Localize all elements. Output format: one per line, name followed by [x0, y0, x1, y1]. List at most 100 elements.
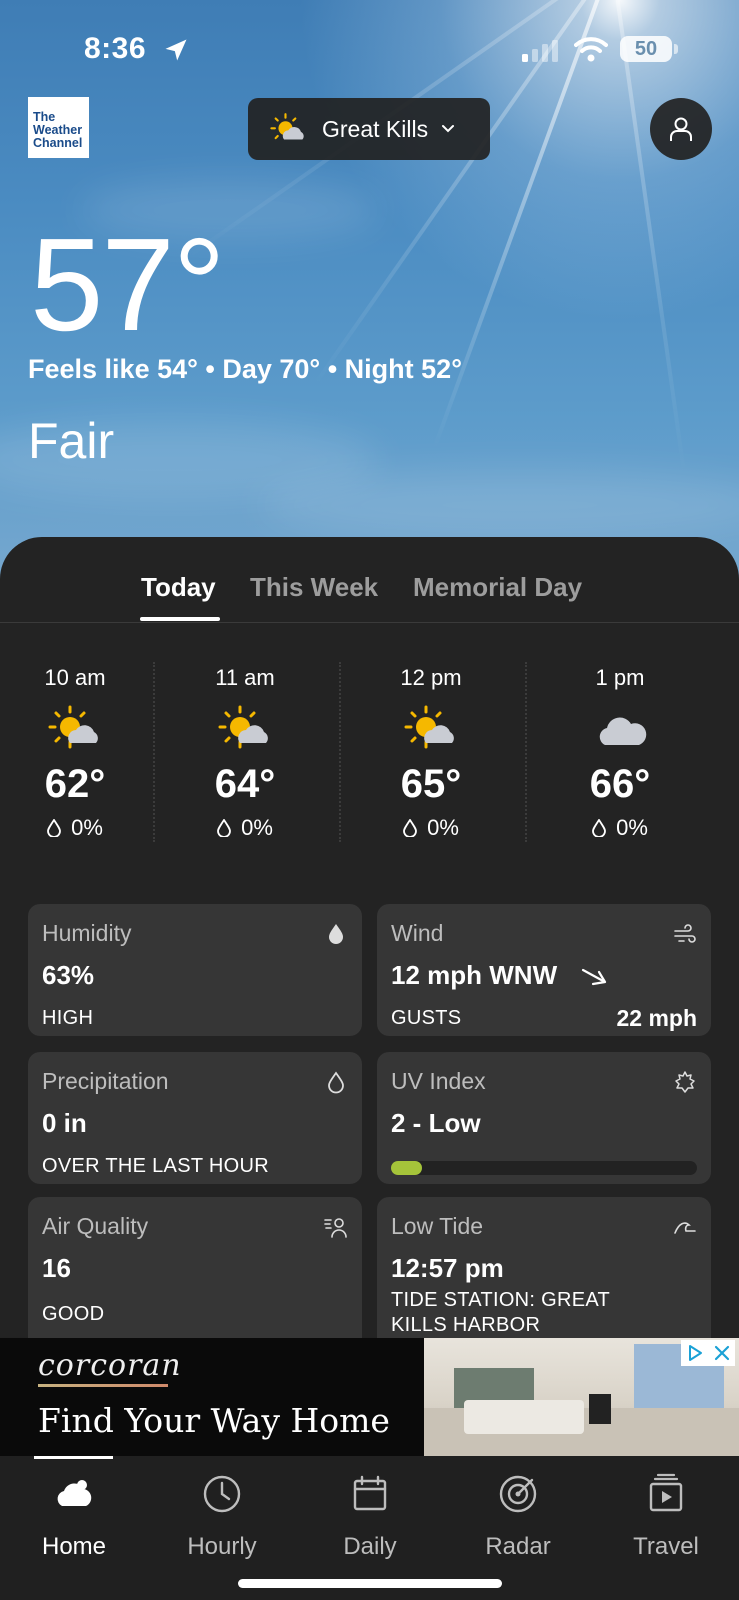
sun-outline-icon [675, 1071, 695, 1093]
hour-divider [339, 662, 341, 842]
current-condition: Fair [28, 413, 115, 469]
nav-home[interactable]: Home [0, 1472, 148, 1561]
adchoices-icon [689, 1345, 702, 1361]
nav-label: Home [41, 1533, 107, 1560]
current-temperature: 57° [30, 211, 226, 358]
card-value: 12 mph WNW [391, 960, 558, 990]
hour-divider [525, 662, 527, 842]
hour-precip: 0% [427, 815, 459, 840]
nav-label: Travel [633, 1533, 699, 1560]
card-title: Low Tide [391, 1213, 484, 1239]
hour-time: 11 am [215, 665, 275, 690]
hour-temp: 66° [589, 762, 651, 806]
hourly-item[interactable]: 12 pm 65° 0% [356, 665, 506, 841]
cloud-icon [599, 717, 647, 745]
close-icon[interactable] [714, 1345, 730, 1361]
location-selector-button[interactable]: Great Kills [248, 98, 490, 160]
partly-sunny-icon [48, 705, 98, 749]
uv-index-bar-fill [391, 1161, 422, 1175]
hour-precip: 0% [616, 815, 648, 840]
card-subtext: GUSTS [391, 1007, 462, 1029]
nav-label: Hourly [187, 1533, 257, 1560]
hour-temp: 64° [214, 762, 276, 806]
card-subtext: OVER THE LAST HOUR [42, 1155, 269, 1177]
card-value: 16 [42, 1253, 71, 1283]
ad-choices-badge[interactable] [681, 1340, 735, 1366]
precipitation-card[interactable]: Precipitation 0 in OVER THE LAST HOUR [28, 1052, 362, 1184]
card-title: Humidity [42, 920, 132, 946]
card-value: 2 - Low [391, 1108, 481, 1138]
battery-indicator: 50 [620, 36, 678, 62]
card-subtext: TIDE STATION: GREAT [391, 1289, 611, 1311]
humidity-card[interactable]: Humidity 63% HIGH [28, 904, 362, 1036]
cellular-signal-icon [522, 40, 558, 62]
radar-icon [499, 1475, 537, 1513]
nav-label: Daily [343, 1533, 397, 1560]
travel-icon [649, 1473, 683, 1512]
card-subtext: KILLS HARBOR [391, 1314, 541, 1336]
home-cloud-icon [57, 1480, 92, 1506]
nav-travel[interactable]: Travel [592, 1472, 739, 1561]
nav-radar[interactable]: Radar [444, 1472, 592, 1561]
card-value: 0 in [42, 1108, 87, 1138]
user-icon [670, 117, 692, 141]
home-indicator [238, 1579, 502, 1588]
card-title: Air Quality [42, 1213, 149, 1239]
nav-hourly[interactable]: Hourly [148, 1472, 296, 1561]
wifi-icon [574, 37, 608, 62]
hour-divider [153, 662, 155, 842]
tab-memorial-day[interactable]: Memorial Day [413, 572, 582, 603]
raindrop-icon [217, 819, 231, 837]
tide-card[interactable]: Low Tide 12:57 pm TIDE STATION: GREAT KI… [377, 1197, 711, 1338]
hourly-item[interactable]: 1 pm 66° 0% [545, 665, 695, 841]
raindrop-icon [47, 819, 61, 837]
hour-temp: 65° [400, 762, 462, 806]
wind-card[interactable]: Wind 12 mph WNW GUSTS 22 mph [377, 904, 711, 1036]
wind-direction-arrow-icon [581, 968, 607, 986]
calendar-icon [353, 1475, 387, 1511]
card-title: Precipitation [42, 1068, 169, 1094]
nav-label: Radar [485, 1533, 551, 1560]
active-tab-indicator [140, 617, 220, 621]
location-name: Great Kills [322, 115, 429, 142]
card-title: Wind [391, 920, 444, 946]
nav-daily[interactable]: Daily [296, 1472, 444, 1561]
raindrop-icon [328, 1071, 344, 1094]
tab-this-week[interactable]: This Week [250, 572, 378, 603]
tabs-divider [0, 622, 739, 623]
hour-precip: 0% [71, 815, 103, 840]
partly-sunny-icon [270, 113, 304, 140]
location-arrow-icon [165, 39, 187, 61]
clock-icon [203, 1475, 241, 1513]
profile-button[interactable] [650, 98, 712, 160]
ad-brand-underline [38, 1384, 168, 1387]
card-value: 12:57 pm [391, 1253, 504, 1283]
advertisement-banner[interactable]: corcoran Find Your Way Home [0, 1338, 739, 1456]
hour-time: 1 pm [595, 665, 645, 690]
card-value: 63% [42, 960, 95, 990]
wave-icon [674, 1222, 696, 1234]
partly-sunny-icon [404, 705, 454, 749]
card-title: UV Index [391, 1068, 486, 1094]
chevron-down-icon [442, 125, 455, 133]
raindrop-icon [403, 819, 417, 837]
hourly-item[interactable]: 11 am 64° 0% [170, 665, 320, 841]
uv-index-bar [391, 1161, 697, 1175]
air-quality-person-icon [324, 1218, 347, 1238]
hour-precip: 0% [241, 815, 273, 840]
air-quality-card[interactable]: Air Quality 16 GOOD [28, 1197, 362, 1338]
weather-channel-logo[interactable]: The Weather Channel [28, 97, 89, 158]
humidity-drop-icon [329, 924, 343, 944]
status-time: 8:36 [84, 32, 147, 65]
tab-today[interactable]: Today [141, 572, 216, 603]
raindrop-icon [592, 819, 606, 837]
card-subtext: GOOD [42, 1303, 105, 1325]
hourly-item[interactable]: 10 am 62° 0% [0, 665, 150, 841]
wind-icon [674, 924, 696, 943]
status-bar: 8:36 50 [0, 30, 739, 70]
hour-temp: 62° [44, 762, 106, 806]
ad-brand: corcoran [38, 1348, 182, 1383]
ad-slogan: Find Your Way Home [38, 1401, 390, 1440]
uv-index-card[interactable]: UV Index 2 - Low [377, 1052, 711, 1184]
ad-room-photo [424, 1338, 739, 1456]
